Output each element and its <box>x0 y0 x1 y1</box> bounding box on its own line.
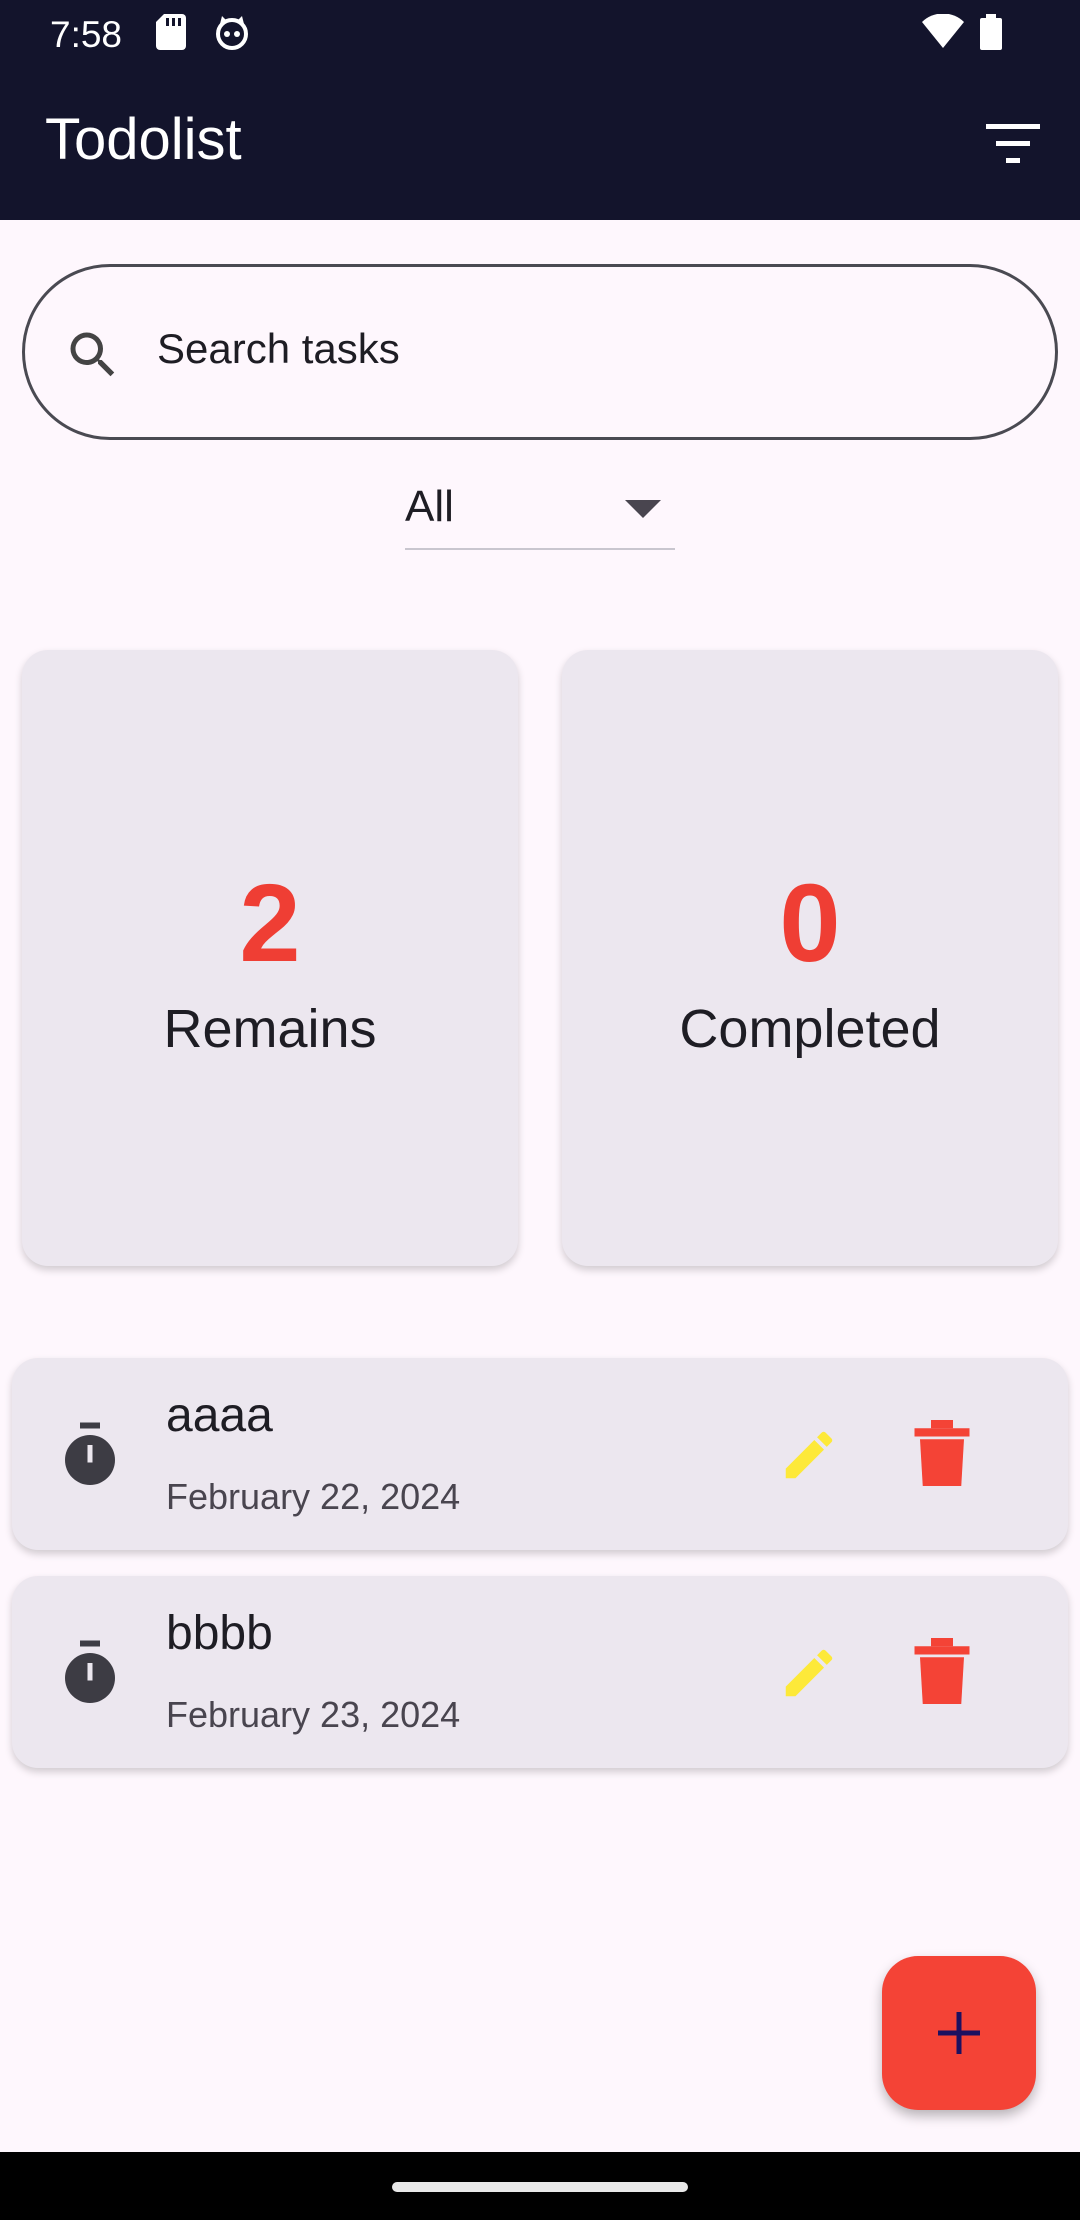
completed-card: 0 Completed <box>562 650 1058 1266</box>
remains-card: 2 Remains <box>22 650 518 1266</box>
pencil-icon <box>785 1649 833 1697</box>
dropdown-selected-value: All <box>405 482 454 531</box>
plus-icon <box>938 2012 980 2054</box>
filter-button[interactable] <box>976 116 1050 172</box>
search-input[interactable]: Search tasks <box>22 264 1058 440</box>
task-title: aaaa <box>166 1389 273 1442</box>
task-item[interactable]: aaaa February 22, 2024 <box>12 1358 1068 1550</box>
task-item[interactable]: bbbb February 23, 2024 <box>12 1576 1068 1768</box>
remains-label: Remains <box>163 999 377 1059</box>
sd-card-icon <box>156 14 186 55</box>
category-dropdown[interactable]: All <box>405 470 675 550</box>
edit-button[interactable] <box>778 1424 840 1486</box>
search-icon <box>70 332 115 377</box>
chevron-down-icon <box>625 500 661 518</box>
pencil-icon <box>785 1431 833 1479</box>
cat-face-icon <box>214 14 250 55</box>
timer-icon <box>65 1640 115 1703</box>
status-time: 7:58 <box>50 14 123 55</box>
completed-label: Completed <box>679 999 941 1059</box>
wifi-icon <box>922 13 964 53</box>
task-title: bbbb <box>166 1607 273 1660</box>
search-placeholder: Search tasks <box>157 325 400 372</box>
timer-icon <box>65 1422 115 1485</box>
add-task-button[interactable] <box>882 1956 1036 2110</box>
battery-icon <box>980 14 1002 55</box>
system-navigation-bar <box>0 2152 1080 2220</box>
app-bar: Todolist <box>0 66 1080 220</box>
task-date: February 23, 2024 <box>166 1694 461 1735</box>
trash-icon <box>914 1638 970 1704</box>
trash-icon <box>914 1420 970 1486</box>
status-bar: 7:58 <box>0 0 1080 66</box>
task-date: February 22, 2024 <box>166 1476 461 1517</box>
edit-button[interactable] <box>778 1642 840 1704</box>
completed-count: 0 <box>779 862 841 985</box>
delete-button[interactable] <box>914 1638 970 1704</box>
home-gesture-handle[interactable] <box>392 2182 688 2192</box>
remains-count: 2 <box>239 862 301 985</box>
delete-button[interactable] <box>914 1420 970 1486</box>
filter-list-icon <box>986 124 1040 163</box>
app-title: Todolist <box>45 107 242 172</box>
